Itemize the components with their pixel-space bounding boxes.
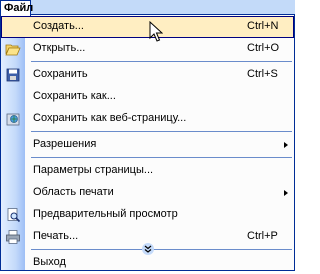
menu-item-shortcut: Ctrl+O bbox=[247, 42, 280, 54]
menu-item-permissions[interactable]: Разрешения bbox=[1, 134, 294, 156]
menu-item-shortcut: Ctrl+S bbox=[247, 68, 278, 80]
menu-item-shortcut: Ctrl+P bbox=[247, 230, 278, 242]
menu-item-label: Область печати bbox=[33, 186, 114, 198]
submenu-arrow-icon bbox=[284, 142, 288, 148]
menu-item-save-as-web-page[interactable]: Сохранить как веб-страницу... bbox=[1, 108, 294, 130]
menu-item-label: Выход bbox=[33, 256, 66, 268]
menu-item-shortcut: Ctrl+N bbox=[247, 20, 279, 32]
menu-item-create[interactable]: Создать... Ctrl+N bbox=[1, 16, 294, 38]
menu-item-label: Сохранить как веб-страницу... bbox=[33, 112, 187, 124]
menu-item-page-setup[interactable]: Параметры страницы... bbox=[1, 160, 294, 182]
print-preview-icon bbox=[5, 207, 21, 223]
menu-item-save-as[interactable]: Сохранить как... bbox=[1, 86, 294, 108]
menu-item-print-preview[interactable]: Предварительный просмотр bbox=[1, 204, 294, 226]
menu-item-label: Создать... bbox=[33, 20, 84, 32]
expand-menu-chevron-icon[interactable] bbox=[142, 243, 154, 255]
menu-item-label: Открыть... bbox=[33, 42, 86, 54]
menu-file-title[interactable]: Файл bbox=[0, 0, 33, 16]
submenu-arrow-icon bbox=[284, 190, 288, 196]
menu-item-label: Сохранить как... bbox=[33, 90, 116, 102]
menu-item-label: Предварительный просмотр bbox=[33, 208, 178, 220]
menu-item-print-area[interactable]: Область печати bbox=[1, 182, 294, 204]
menu-item-open[interactable]: Открыть... Ctrl+O bbox=[1, 38, 294, 60]
menu-item-label: Параметры страницы... bbox=[33, 164, 154, 176]
menu-item-save[interactable]: Сохранить Ctrl+S bbox=[1, 64, 294, 86]
menu-item-label: Печать... bbox=[33, 230, 79, 242]
menu-item-label: Разрешения bbox=[33, 138, 97, 150]
file-menu-dropdown: Создать... Ctrl+N Открыть... Ctrl+O Сохр… bbox=[0, 14, 295, 271]
menu-item-label: Сохранить bbox=[33, 68, 88, 80]
save-web-page-icon bbox=[5, 111, 21, 127]
menu-bar bbox=[0, 0, 295, 14]
open-folder-icon bbox=[5, 41, 21, 57]
printer-icon bbox=[5, 229, 21, 245]
mouse-cursor-icon bbox=[149, 20, 164, 46]
save-disk-icon bbox=[5, 67, 21, 83]
